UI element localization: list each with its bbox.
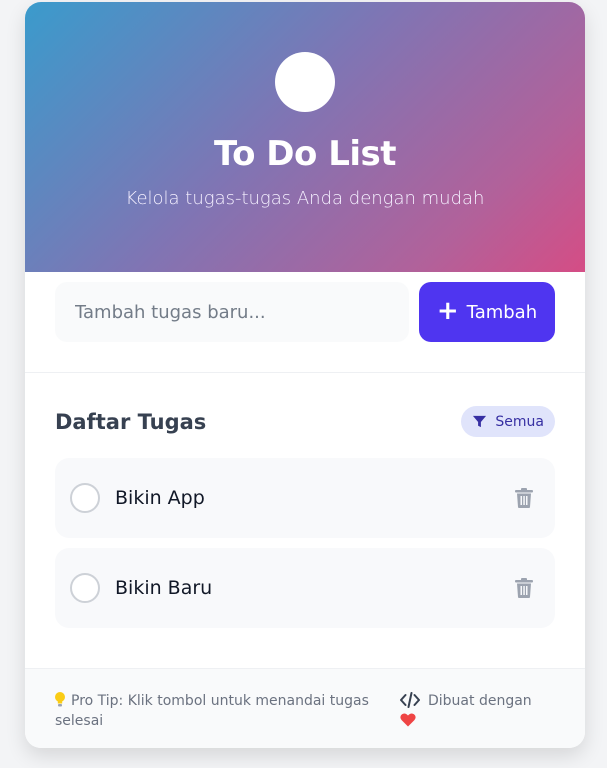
task-list-title: Daftar Tugas (55, 410, 207, 434)
task-item[interactable]: Bikin Baru (55, 548, 555, 628)
task-list-header: Daftar Tugas Semua (55, 406, 555, 442)
made-with: Dibuat dengan (400, 691, 570, 731)
section-divider (25, 372, 585, 373)
add-task-button-label: Tambah (466, 301, 538, 323)
todo-card: To Do List Kelola tugas-tugas Anda denga… (25, 2, 585, 748)
new-task-input[interactable] (55, 282, 409, 342)
app-logo (275, 52, 335, 112)
pro-tip: Pro Tip: Klik tombol untuk menandai tuga… (55, 691, 375, 731)
plus-icon: + (436, 295, 459, 326)
task-label: Bikin Baru (115, 577, 213, 599)
made-with-text: Dibuat dengan (428, 693, 532, 709)
code-icon (400, 692, 420, 708)
task-label: Bikin App (115, 487, 205, 509)
page-title: To Do List (213, 134, 397, 174)
trash-icon[interactable] (515, 488, 533, 508)
lightbulb-icon (55, 692, 65, 707)
app-header: To Do List Kelola tugas-tugas Anda denga… (25, 2, 585, 272)
filter-button[interactable]: Semua (461, 406, 555, 437)
filter-icon (473, 415, 487, 428)
pro-tip-text: Pro Tip: Klik tombol untuk menandai tuga… (55, 693, 369, 729)
task-checkbox[interactable] (70, 573, 100, 603)
trash-icon[interactable] (515, 578, 533, 598)
heart-icon (400, 713, 416, 727)
task-checkbox[interactable] (70, 483, 100, 513)
add-task-button[interactable]: + Tambah (419, 282, 555, 342)
task-item[interactable]: Bikin App (55, 458, 555, 538)
app-footer: Pro Tip: Klik tombol untuk menandai tuga… (25, 668, 585, 748)
add-task-row: + Tambah (55, 282, 555, 342)
filter-label: Semua (495, 413, 544, 430)
page-subtitle: Kelola tugas-tugas Anda dengan mudah (125, 188, 485, 209)
